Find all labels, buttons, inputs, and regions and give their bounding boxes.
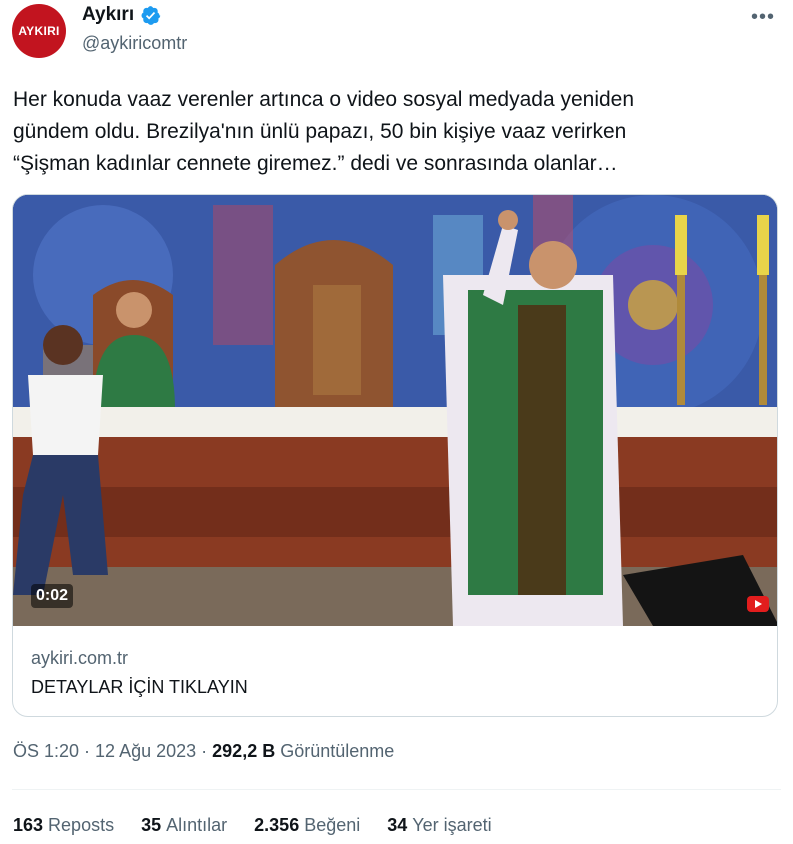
avatar-logo-text: AYKIRI xyxy=(18,24,60,38)
tweet-date[interactable]: 12 Ağu 2023 xyxy=(95,741,196,762)
stat-label: Beğeni xyxy=(304,815,361,835)
stat-label: Yer işareti xyxy=(412,815,492,835)
card-title: DETAYLAR İÇİN TIKLAYIN xyxy=(31,677,248,697)
author-handle[interactable]: @aykiricomtr xyxy=(82,33,187,54)
views-count: 292,2 B xyxy=(212,741,276,761)
tweet-time[interactable]: ÖS 1:20 xyxy=(13,741,79,762)
divider xyxy=(12,789,781,790)
stat-likes[interactable]: 2.356 Beğeni xyxy=(254,815,360,836)
video-frame-illustration xyxy=(13,195,777,626)
stat-count: 35 xyxy=(141,815,162,835)
display-name[interactable]: Aykırı xyxy=(82,4,134,26)
video-duration-badge: 0:02 xyxy=(31,584,74,608)
tweet-text: Her konuda vaaz verenler artınca o video… xyxy=(13,88,635,175)
youtube-icon xyxy=(747,596,769,612)
stat-reposts[interactable]: 163 Reposts xyxy=(13,815,114,836)
stat-label: Alıntılar xyxy=(166,815,228,835)
author-name-row: Aykırı xyxy=(82,4,161,26)
stat-bookmarks[interactable]: 34 Yer işareti xyxy=(387,815,491,836)
meta-separator: · xyxy=(201,741,208,761)
stat-count: 163 xyxy=(13,815,44,835)
meta-separator: · xyxy=(84,741,91,761)
card-info[interactable]: aykiri.com.tr DETAYLAR İÇİN TIKLAYIN xyxy=(13,626,777,716)
video-thumbnail[interactable]: 0:02 xyxy=(13,195,777,626)
link-card[interactable]: 0:02 aykiri.com.tr DETAYLAR İÇİN TIKLAYI… xyxy=(12,194,778,717)
more-icon[interactable]: ••• xyxy=(751,6,775,29)
stat-quotes[interactable]: 35 Alıntılar xyxy=(141,815,227,836)
views-label: Görüntülenme xyxy=(280,741,395,761)
stat-count: 2.356 xyxy=(254,815,300,835)
stat-count: 34 xyxy=(387,815,408,835)
verified-badge-icon xyxy=(141,5,161,25)
avatar[interactable]: AYKIRI xyxy=(12,4,66,58)
stat-label: Reposts xyxy=(48,815,115,835)
tweet-meta: ÖS 1:20 · 12 Ağu 2023 · 292,2 B Görüntül… xyxy=(13,741,394,762)
card-domain: aykiri.com.tr xyxy=(31,648,129,668)
engagement-stats: 163 Reposts 35 Alıntılar 2.356 Beğeni 34… xyxy=(13,815,519,836)
